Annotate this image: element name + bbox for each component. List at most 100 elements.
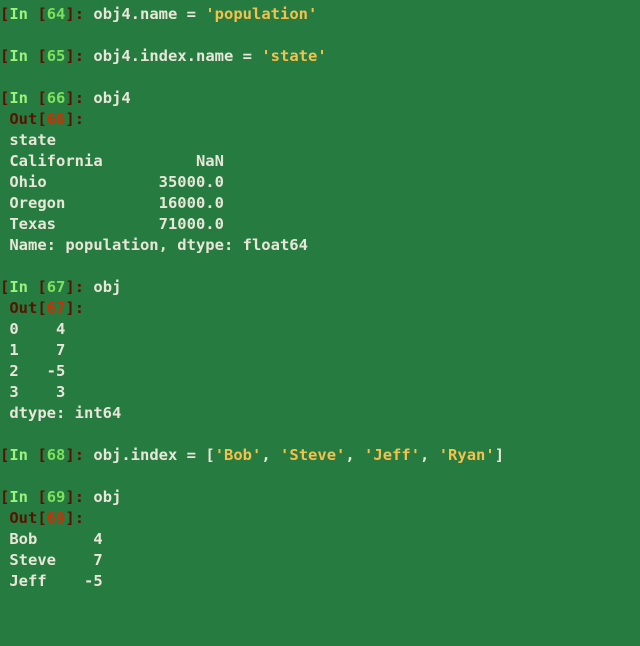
out-prompt-line: Out[66]: — [0, 109, 640, 130]
in-label: In — [9, 278, 37, 296]
bracket: ]: — [65, 509, 84, 527]
output-text-line: Ohio 35000.0 — [0, 172, 640, 193]
code-text: obj — [93, 488, 121, 506]
output-text: Texas 71000.0 — [0, 215, 224, 233]
bracket: [ — [0, 278, 9, 296]
out-number: 67 — [47, 299, 66, 317]
output-text: Ohio 35000.0 — [0, 173, 224, 191]
output-text-line: 2 -5 — [0, 361, 640, 382]
bracket: [ — [0, 488, 9, 506]
code-text: , — [345, 446, 364, 464]
bracket: [ — [37, 509, 46, 527]
code-text: obj — [93, 278, 121, 296]
blank-line — [0, 25, 640, 46]
bracket: [ — [37, 299, 46, 317]
output-text: Oregon 16000.0 — [0, 194, 224, 212]
bracket: ]: — [65, 47, 93, 65]
bracket: [ — [37, 110, 46, 128]
out-number: 66 — [47, 110, 66, 128]
in-number: 69 — [47, 488, 66, 506]
output-text-line: 0 4 — [0, 319, 640, 340]
pad — [0, 299, 9, 317]
out-label: Out — [9, 299, 37, 317]
output-text: Jeff -5 — [0, 572, 103, 590]
in-number: 68 — [47, 446, 66, 464]
bracket: [ — [0, 47, 9, 65]
output-text-line: Steve 7 — [0, 550, 640, 571]
out-prompt-line: Out[69]: — [0, 508, 640, 529]
string-literal: 'Ryan' — [439, 446, 495, 464]
blank-line — [0, 466, 640, 487]
in-prompt-line: [In [69]: obj — [0, 487, 640, 508]
bracket: [ — [37, 47, 46, 65]
output-text: Bob 4 — [0, 530, 103, 548]
in-prompt-line: [In [68]: obj.index = ['Bob', 'Steve', '… — [0, 445, 640, 466]
in-label: In — [9, 488, 37, 506]
code-text: obj4 — [93, 89, 130, 107]
in-label: In — [9, 446, 37, 464]
bracket: ]: — [65, 278, 93, 296]
bracket: [ — [37, 446, 46, 464]
output-text: Steve 7 — [0, 551, 103, 569]
out-label: Out — [9, 110, 37, 128]
output-text: Name: population, dtype: float64 — [0, 236, 308, 254]
output-text: dtype: int64 — [0, 404, 121, 422]
output-text: California NaN — [0, 152, 224, 170]
output-text: 3 3 — [0, 383, 65, 401]
in-number: 67 — [47, 278, 66, 296]
output-text-line: 1 7 — [0, 340, 640, 361]
in-prompt-line: [In [67]: obj — [0, 277, 640, 298]
string-literal: 'population' — [205, 5, 317, 23]
bracket: [ — [37, 278, 46, 296]
code-text: ] — [495, 446, 504, 464]
output-text: 2 -5 — [0, 362, 65, 380]
output-text: 0 4 — [0, 320, 65, 338]
code-text: , — [261, 446, 280, 464]
bracket: [ — [0, 5, 9, 23]
bracket: [ — [37, 5, 46, 23]
out-prompt-line: Out[67]: — [0, 298, 640, 319]
blank-line — [0, 67, 640, 88]
pad — [0, 110, 9, 128]
bracket: ]: — [65, 110, 84, 128]
in-label: In — [9, 5, 37, 23]
string-literal: 'Bob' — [215, 446, 262, 464]
code-text: obj4.name = — [93, 5, 205, 23]
output-text-line: 3 3 — [0, 382, 640, 403]
output-text-line: California NaN — [0, 151, 640, 172]
bracket: ]: — [65, 5, 93, 23]
output-text-line: dtype: int64 — [0, 403, 640, 424]
code-text: , — [420, 446, 439, 464]
bracket: [ — [37, 488, 46, 506]
output-text-line: Bob 4 — [0, 529, 640, 550]
pad — [0, 509, 9, 527]
output-text-line: Oregon 16000.0 — [0, 193, 640, 214]
string-literal: 'Jeff' — [364, 446, 420, 464]
out-number: 69 — [47, 509, 66, 527]
in-number: 64 — [47, 5, 66, 23]
in-prompt-line: [In [66]: obj4 — [0, 88, 640, 109]
output-text-line: Texas 71000.0 — [0, 214, 640, 235]
in-number: 65 — [47, 47, 66, 65]
out-label: Out — [9, 509, 37, 527]
terminal-output: [In [64]: obj4.name = 'population'[In [6… — [0, 0, 640, 592]
in-label: In — [9, 47, 37, 65]
bracket: [ — [0, 446, 9, 464]
string-literal: 'state' — [261, 47, 326, 65]
string-literal: 'Steve' — [280, 446, 345, 464]
bracket: ]: — [65, 299, 84, 317]
output-text-line: Jeff -5 — [0, 571, 640, 592]
bracket: ]: — [65, 488, 93, 506]
bracket: [ — [37, 89, 46, 107]
output-text: 1 7 — [0, 341, 65, 359]
code-text: obj4.index.name = — [93, 47, 261, 65]
blank-line — [0, 424, 640, 445]
output-text-line: Name: population, dtype: float64 — [0, 235, 640, 256]
in-prompt-line: [In [65]: obj4.index.name = 'state' — [0, 46, 640, 67]
bracket: [ — [0, 89, 9, 107]
in-label: In — [9, 89, 37, 107]
blank-line — [0, 256, 640, 277]
in-prompt-line: [In [64]: obj4.name = 'population' — [0, 4, 640, 25]
output-text-line: state — [0, 130, 640, 151]
bracket: ]: — [65, 446, 93, 464]
